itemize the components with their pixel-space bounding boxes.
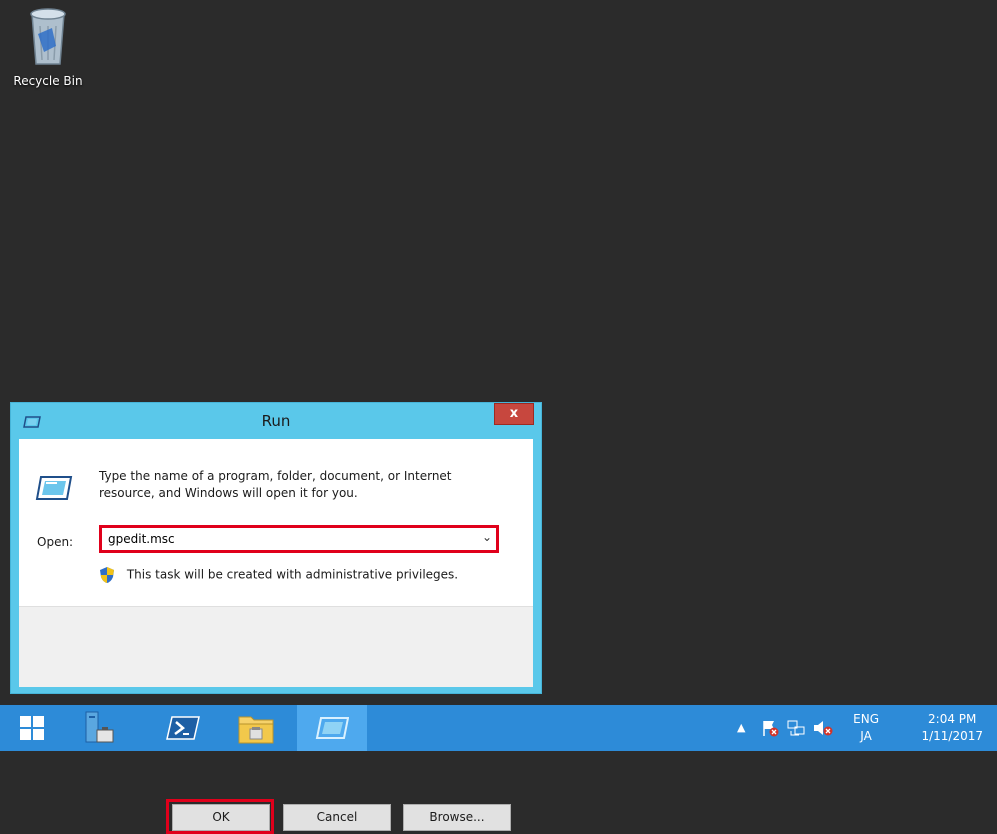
keyboard-layout: JA — [860, 729, 872, 743]
cancel-button[interactable]: Cancel — [283, 804, 391, 831]
run-dialog: Run x Type the name of a program, folder… — [10, 402, 542, 834]
taskbar-run[interactable] — [297, 705, 367, 751]
button-bar: OK Cancel Browse... — [19, 606, 533, 834]
open-input-value[interactable]: gpedit.msc — [108, 532, 175, 546]
volume-muted-icon[interactable] — [813, 719, 833, 737]
clock-date: 1/11/2017 — [921, 729, 983, 743]
run-program-icon — [35, 475, 73, 505]
action-center-icon[interactable] — [761, 719, 779, 737]
ok-button[interactable]: OK — [172, 804, 270, 831]
system-tray: ▲ ENG JA 2:04 PM 1/11/2017 — [727, 705, 997, 751]
clock[interactable]: 2:04 PM 1/11/2017 — [921, 711, 983, 745]
admin-note-text: This task will be created with administr… — [126, 567, 459, 582]
open-combobox[interactable]: gpedit.msc ⌄ — [99, 525, 499, 553]
server-manager-icon — [85, 711, 114, 743]
admin-note: This task will be created with administr… — [99, 566, 458, 584]
browse-button[interactable]: Browse... — [403, 804, 511, 831]
powershell-icon — [166, 716, 200, 740]
run-dialog-titlebar[interactable]: Run x — [11, 403, 541, 439]
taskbar-server-manager[interactable] — [68, 705, 126, 751]
file-explorer-icon — [238, 716, 274, 744]
chevron-down-icon[interactable]: ⌄ — [482, 530, 492, 544]
open-label: Open: — [37, 535, 74, 549]
run-dialog-title: Run — [261, 412, 291, 430]
uac-shield-icon — [100, 567, 114, 583]
show-hidden-icons-arrow[interactable]: ▲ — [737, 721, 745, 734]
desktop-icon-recycle-bin[interactable]: Recycle Bin — [6, 6, 90, 88]
taskbar-file-explorer[interactable] — [227, 705, 285, 751]
taskbar: ▲ ENG JA 2:04 PM 1/11/2017 — [0, 705, 997, 751]
language-code: ENG — [853, 712, 879, 726]
start-button[interactable] — [8, 705, 56, 751]
clock-time: 2:04 PM — [928, 712, 977, 726]
close-button[interactable]: x — [494, 403, 534, 425]
run-icon — [315, 717, 349, 739]
start-icon — [20, 716, 44, 740]
run-dialog-body: Type the name of a program, folder, docu… — [19, 439, 533, 834]
desktop-icon-label: Recycle Bin — [13, 74, 83, 88]
recycle-bin-icon — [30, 8, 66, 65]
input-language-indicator[interactable]: ENG JA — [853, 711, 879, 745]
taskbar-powershell[interactable] — [154, 705, 212, 751]
network-icon[interactable] — [787, 719, 805, 737]
run-description: Type the name of a program, folder, docu… — [99, 469, 452, 500]
